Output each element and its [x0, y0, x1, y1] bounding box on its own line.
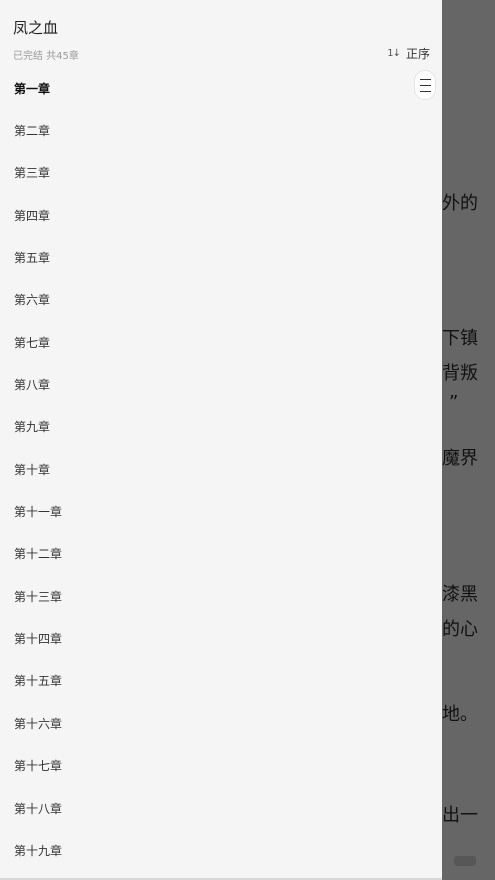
book-status: 已完结 共45章	[13, 51, 79, 62]
chapter-item[interactable]: 第五章	[0, 236, 442, 278]
chapter-item[interactable]: 第十七章	[0, 745, 442, 787]
chapter-item[interactable]: 第十四章	[0, 617, 442, 659]
chapter-item[interactable]: 第十九章	[0, 829, 442, 871]
chapter-item[interactable]: 第三章	[0, 152, 442, 194]
book-title: 凤之血	[13, 19, 59, 37]
sort-order-toggle[interactable]: 1↓ 正序	[387, 45, 430, 62]
chapter-item[interactable]: 第九章	[0, 406, 442, 448]
chapter-item[interactable]: 第二章	[0, 109, 442, 151]
chapter-item[interactable]: 第四章	[0, 194, 442, 236]
chapter-item[interactable]: 第一章	[0, 67, 442, 109]
chapter-item[interactable]: 第十八章	[0, 787, 442, 829]
chapter-drawer: 凤之血 已完结 共45章 1↓ 正序 第一章 第二章 第三章 第四章 第五章 第…	[0, 0, 442, 880]
chapter-item[interactable]: 第六章	[0, 279, 442, 321]
chapter-item[interactable]: 第七章	[0, 321, 442, 363]
chapter-item[interactable]: 第八章	[0, 363, 442, 405]
chapter-item[interactable]: 第十章	[0, 448, 442, 490]
chapter-item[interactable]: 第十二章	[0, 533, 442, 575]
sort-icon: 1↓	[387, 48, 401, 59]
chapter-list: 第一章 第二章 第三章 第四章 第五章 第六章 第七章 第八章 第九章 第十章 …	[0, 67, 442, 872]
chapter-item[interactable]: 第十五章	[0, 660, 442, 702]
chapter-item[interactable]: 第十一章	[0, 490, 442, 532]
chapter-item[interactable]: 第十三章	[0, 575, 442, 617]
sort-order-label: 正序	[405, 47, 430, 61]
chapter-item[interactable]: 第十六章	[0, 702, 442, 744]
